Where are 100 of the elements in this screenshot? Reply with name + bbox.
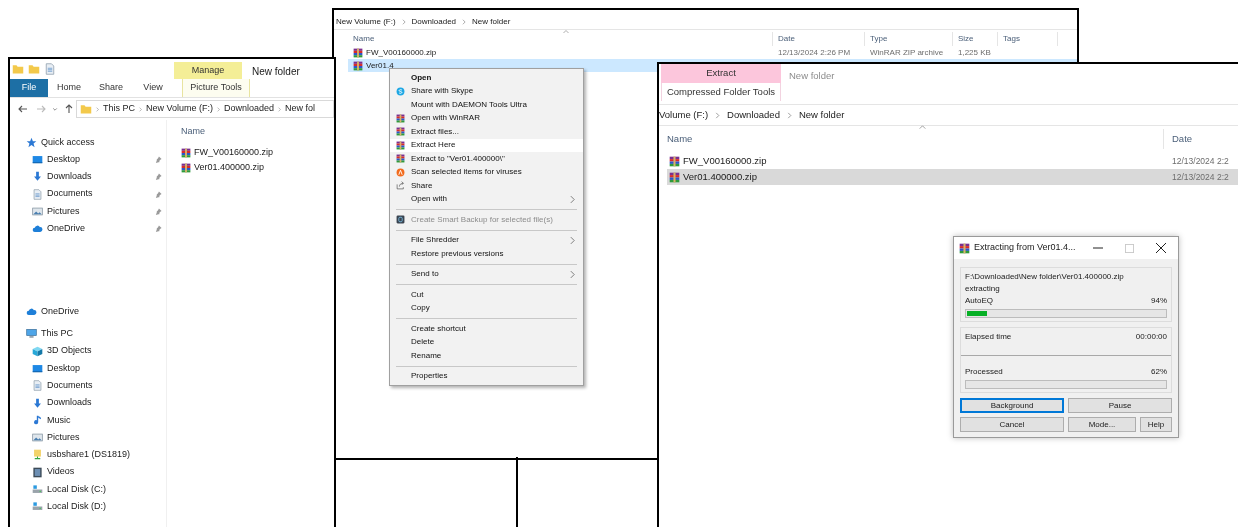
ribbon-tab[interactable]: View [132, 79, 174, 97]
file-date: 12/13/2024 2:2 [1172, 170, 1229, 184]
ribbon-tab[interactable]: Home [48, 79, 90, 97]
dialog-button[interactable]: Help [1140, 417, 1172, 432]
winrar-archive-icon [353, 47, 363, 58]
nav-item[interactable]: Desktop [26, 151, 166, 169]
file-row[interactable]: Ver01.400000.zip 12/13/2024 2:2 [667, 169, 1238, 185]
maximize-icon[interactable] [1125, 243, 1134, 253]
nav-item[interactable]: Downloads [26, 394, 166, 412]
dialog-button[interactable]: Cancel [960, 417, 1064, 432]
nav-item[interactable]: usbshare1 (DS1819) [26, 446, 166, 464]
breadcrumb-item[interactable]: New folder [472, 16, 511, 28]
winrar-archive-icon [669, 155, 680, 167]
nav-item[interactable]: Documents [26, 377, 166, 395]
winrar-archive-icon [396, 113, 405, 123]
nav-item[interactable]: 3D Objects [26, 342, 166, 360]
cloud-icon [32, 223, 43, 235]
file-size: 1,225 KB [957, 46, 992, 59]
picture-icon [32, 206, 43, 218]
breadcrumb-item[interactable]: Downloaded [224, 102, 275, 116]
file-date: 12/13/2024 2:26 PM [777, 46, 852, 59]
chevron-right-icon [216, 106, 222, 112]
dialog-button[interactable]: Pause [1068, 398, 1172, 413]
elapsed-label: Elapsed time [965, 331, 1012, 343]
context-tab[interactable]: Manage [174, 62, 242, 79]
breadcrumb-item[interactable]: New fol [285, 102, 316, 116]
nav-item[interactable]: Local Disk (D:) [26, 498, 166, 516]
breadcrumb-item[interactable]: New Volume (F:) [336, 16, 396, 28]
context-tab[interactable]: Extract [661, 64, 781, 83]
ribbon-tab[interactable]: File [10, 79, 48, 97]
file-name: FW_V00160000.zip [194, 145, 274, 159]
winrar-archive-icon [181, 147, 191, 158]
address-bar[interactable]: This PC New Volume (F:) Downloaded New fol [76, 100, 334, 118]
menu-item[interactable]: Restore previous versions [390, 247, 583, 261]
disk-drive-icon [32, 484, 43, 495]
download-arrow-icon [32, 171, 43, 183]
menu-item[interactable]: File Shredder [390, 233, 583, 247]
dialog-button[interactable]: Mode... [1068, 417, 1136, 432]
nav-item[interactable]: Pictures [26, 202, 166, 221]
winrar-archive-icon [353, 60, 363, 71]
file-name: Ver01.4 [366, 59, 394, 72]
close-icon[interactable] [1156, 243, 1166, 253]
file-name: Ver01.400000.zip [683, 169, 757, 184]
menu-item[interactable]: Extract files... [390, 125, 583, 139]
column-header[interactable]: Date [1164, 129, 1224, 149]
forward-arrow-icon[interactable] [36, 104, 46, 114]
download-arrow-icon [32, 397, 43, 409]
nav-item[interactable]: Local Disk (C:) [26, 480, 166, 499]
up-arrow-icon[interactable] [64, 104, 74, 114]
breadcrumb-item[interactable]: Volume (F:) [659, 107, 709, 123]
music-note-icon [32, 414, 43, 426]
file-name: FW_V00160000.zip [683, 153, 767, 168]
file-type: WinRAR ZIP archive [869, 46, 945, 59]
nav-item[interactable]: OneDrive [26, 220, 166, 238]
chevron-right-icon [568, 235, 577, 245]
breadcrumb-item[interactable]: New folder [798, 107, 845, 123]
archive-path: F:\Downloaded\New folder\Ver01.400000.zip [965, 271, 1125, 283]
menu-item[interactable]: Open [390, 71, 583, 85]
current-file: AutoEQ [965, 295, 993, 307]
dropdown-caret-icon[interactable] [52, 106, 58, 112]
disk-tool-icon [396, 215, 405, 225]
chevron-right-icon [714, 111, 722, 119]
document-icon [44, 63, 56, 75]
breadcrumb-item[interactable]: This PC [103, 102, 135, 116]
menu-item[interactable]: Cut [390, 288, 583, 302]
nav-item[interactable]: Quick access [26, 134, 166, 151]
column-header[interactable]: Name [659, 129, 1164, 149]
chevron-right-icon [400, 19, 407, 25]
sort-caret-icon [918, 123, 927, 132]
breadcrumb-item[interactable]: Downloaded [727, 107, 780, 123]
menu-item[interactable]: Rename [390, 349, 583, 363]
menu-item[interactable]: Create shortcut [390, 322, 583, 336]
share-icon [396, 181, 405, 191]
dialog-button[interactable]: Background [960, 398, 1064, 413]
nav-item[interactable]: OneDrive [26, 303, 166, 321]
nav-item[interactable]: Desktop [26, 359, 166, 378]
winrar-archive-icon [181, 162, 191, 173]
menu-item[interactable]: Extract to "Ver01.400000\" [390, 152, 583, 166]
sort-caret-icon [562, 28, 570, 36]
menu-item[interactable]: Share [390, 179, 583, 193]
chevron-right-icon [95, 106, 100, 112]
menu-item[interactable]: Properties [390, 369, 583, 383]
disk-drive-icon [32, 501, 43, 513]
nav-item[interactable]: Videos [26, 463, 166, 481]
ribbon-tab[interactable]: Share [90, 79, 132, 97]
menu-item[interactable]: Send to [390, 267, 583, 281]
back-arrow-icon[interactable] [18, 104, 28, 114]
nav-item[interactable]: Downloads [26, 168, 166, 186]
address-bar[interactable]: Volume (F:) Downloaded New folder [659, 104, 1238, 126]
antivirus-icon [396, 167, 405, 177]
cloud-icon [26, 306, 37, 318]
breadcrumb-item[interactable]: Downloaded [411, 16, 457, 28]
video-icon [32, 466, 43, 478]
breadcrumb-item[interactable]: New Volume (F:) [146, 102, 214, 116]
nav-item[interactable]: Music [26, 411, 166, 429]
nav-item[interactable]: Pictures [26, 428, 166, 447]
column-header[interactable]: Name [181, 125, 278, 145]
nav-item[interactable]: This PC [26, 325, 166, 343]
menu-item[interactable]: Mount with DAEMON Tools Ultra [390, 98, 583, 112]
nav-item[interactable]: Documents [26, 185, 166, 203]
